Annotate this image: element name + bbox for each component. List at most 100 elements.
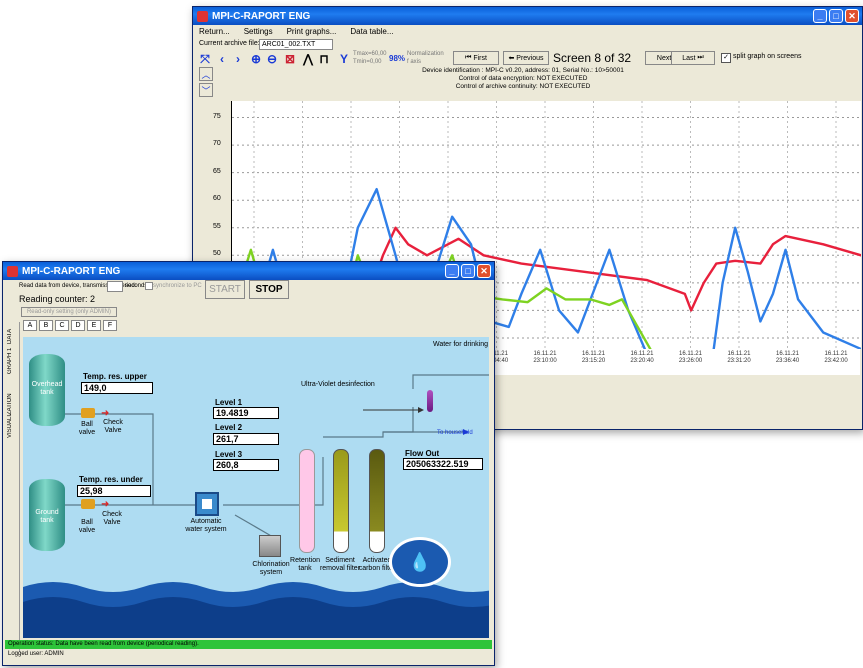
menu-return[interactable]: Return... (199, 27, 230, 36)
close-button[interactable]: ✕ (845, 9, 859, 23)
scroll-left-icon[interactable]: ‹ (215, 52, 229, 66)
zoom-percent[interactable]: 98% (389, 54, 405, 63)
chevron-up-icon: ︿ (201, 69, 211, 80)
step-icon[interactable]: ⊓ (317, 52, 331, 66)
side-tab-strip: DATA GRAPH 1 VISUALIZATION (5, 322, 20, 652)
tab-e[interactable]: E (87, 320, 101, 331)
zoom-out-icon[interactable]: ⊖ (265, 52, 279, 66)
x-tick-date: 16.11.21 (582, 351, 605, 357)
graph-menubar: Return... Settings Print graphs... Data … (193, 25, 862, 38)
sediment-filter-label: Sediment removal filter (319, 557, 361, 572)
arrow-left-icon: ⬅ (508, 55, 517, 62)
scroll-right-icon[interactable]: › (231, 52, 245, 66)
status-bar: Operation status: Data have been read fr… (5, 640, 492, 649)
minimize-button[interactable]: _ (445, 264, 459, 278)
check-valve-upper-label: Check Valve (103, 419, 123, 434)
start-button[interactable]: START (205, 280, 245, 299)
y-axis-icon[interactable]: Y (337, 52, 351, 66)
temp-under-value: 25,98 (77, 485, 151, 497)
side-tab-data[interactable]: DATA (7, 326, 13, 344)
close-button[interactable]: ✕ (477, 264, 491, 278)
level3-label: Level 3 (215, 450, 243, 459)
water-drinking-label: Water for drinking (433, 341, 488, 348)
x-tick-label: 16.11.21 23:42:00 (819, 351, 853, 365)
logged-user: Logged user: ADMIN (8, 651, 64, 657)
minimize-button[interactable]: _ (813, 9, 827, 23)
tab-d[interactable]: D (71, 320, 85, 331)
zoom-region-icon[interactable]: ⊠ (283, 52, 297, 66)
vis-window-titlebar[interactable]: MPI-C-RAPORT ENG _ □ ✕ (3, 262, 494, 280)
archive-label: Current archive file: (199, 40, 260, 47)
overhead-tank-label: Overhead tank (31, 381, 63, 396)
temp-upper-label: Temp. res. upper (83, 372, 147, 381)
peak-icon[interactable]: ⋀ (301, 52, 315, 66)
level2-label: Level 2 (215, 423, 243, 432)
fit-screen-icon[interactable]: ⤧ (198, 52, 212, 66)
x-tick-label: 16.11.21 23:20:40 (625, 351, 659, 365)
household-label: To household (437, 430, 473, 436)
device-info-line3: Control of archive continuity: NOT EXECU… (455, 83, 591, 90)
water-drops-icon: 💧 (389, 537, 451, 587)
y-tick-label: 65 (213, 167, 221, 175)
x-tick-date: 16.11.21 (776, 351, 799, 357)
menu-settings[interactable]: Settings (244, 27, 273, 36)
normalization-label-2: f axis (407, 59, 422, 65)
graph-window-titlebar[interactable]: MPI-C-RAPORT ENG _ □ ✕ (193, 7, 862, 25)
chevron-down-icon: ﹀ (201, 85, 211, 96)
ball-valve-lower-label: Ball valve (78, 519, 96, 534)
y-tick-label: 70 (213, 140, 221, 148)
uv-label: Ultra-Violet desinfection (301, 381, 375, 388)
app-icon (197, 10, 208, 22)
first-icon: ⏮ (465, 54, 474, 61)
y-tick-label: 75 (213, 112, 221, 120)
readonly-button[interactable]: Read-only setting (only ADMIN) (21, 307, 117, 317)
menu-print-graphs[interactable]: Print graphs... (287, 27, 337, 36)
maximize-button[interactable]: □ (461, 264, 475, 278)
sediment-filter-icon (333, 449, 349, 553)
uv-lamp-icon (427, 390, 433, 412)
split-label: split graph on screens (733, 53, 802, 60)
x-tick-time: 23:20:40 (630, 358, 654, 364)
first-button[interactable]: ⏮ First (453, 51, 499, 65)
automatic-water-system-icon (195, 492, 219, 516)
stop-button[interactable]: STOP (249, 280, 289, 299)
x-tick-time: 23:42:00 (824, 358, 848, 364)
x-tick-date: 16.11.21 (824, 351, 848, 357)
temp-upper-value: 149,0 (81, 382, 153, 394)
period-input[interactable] (107, 281, 123, 292)
tab-c[interactable]: C (55, 320, 69, 331)
x-tick-time: 23:31:20 (727, 358, 751, 364)
side-tab-graph[interactable]: GRAPH 1 (7, 346, 13, 374)
split-checkbox[interactable]: ✓ (721, 53, 731, 63)
scroll-up-button[interactable]: ︿ (199, 67, 213, 81)
menu-data-table[interactable]: Data table... (350, 27, 393, 36)
archive-file-field[interactable]: ARC01_002.TXT (259, 39, 333, 50)
y-tick-label: 55 (213, 222, 221, 230)
reading-counter: Reading counter: 2 (19, 294, 96, 304)
check-valve-lower-label: Check Valve (102, 511, 122, 526)
maximize-button[interactable]: □ (829, 9, 843, 23)
level1-label: Level 1 (215, 398, 243, 407)
zoom-in-icon[interactable]: ⊕ (249, 52, 263, 66)
tab-b[interactable]: B (39, 320, 53, 331)
check-valve-upper-icon: ➜ (101, 408, 110, 419)
seconds-label: seconds (125, 283, 148, 289)
ball-valve-lower-icon (81, 499, 95, 509)
sync-checkbox[interactable] (145, 282, 153, 290)
x-tick-time: 23:15:20 (581, 358, 606, 364)
device-info-line1: Device identification : MPI-C v0.20, add… (422, 67, 624, 74)
last-button[interactable]: Last ⏭ (671, 51, 715, 65)
scroll-down-button[interactable]: ﹀ (199, 83, 213, 97)
level1-value: 19.4819 (213, 407, 279, 419)
previous-button[interactable]: ⬅ Previous (503, 51, 549, 65)
x-tick-time: 23:26:00 (678, 358, 703, 364)
level2-value: 261,7 (213, 433, 279, 445)
flow-out-label: Flow Out (405, 449, 440, 458)
normalization-label[interactable]: Normalization (407, 51, 444, 57)
side-tab-visualization[interactable]: VISUALIZATION (7, 378, 13, 438)
ground-tank-label: Ground tank (35, 509, 59, 524)
tab-f[interactable]: F (103, 320, 117, 331)
tab-a[interactable]: A (23, 320, 37, 331)
time-max-label: Tmax=60,00 (353, 51, 387, 57)
x-tick-date: 16.11.21 (679, 351, 702, 357)
